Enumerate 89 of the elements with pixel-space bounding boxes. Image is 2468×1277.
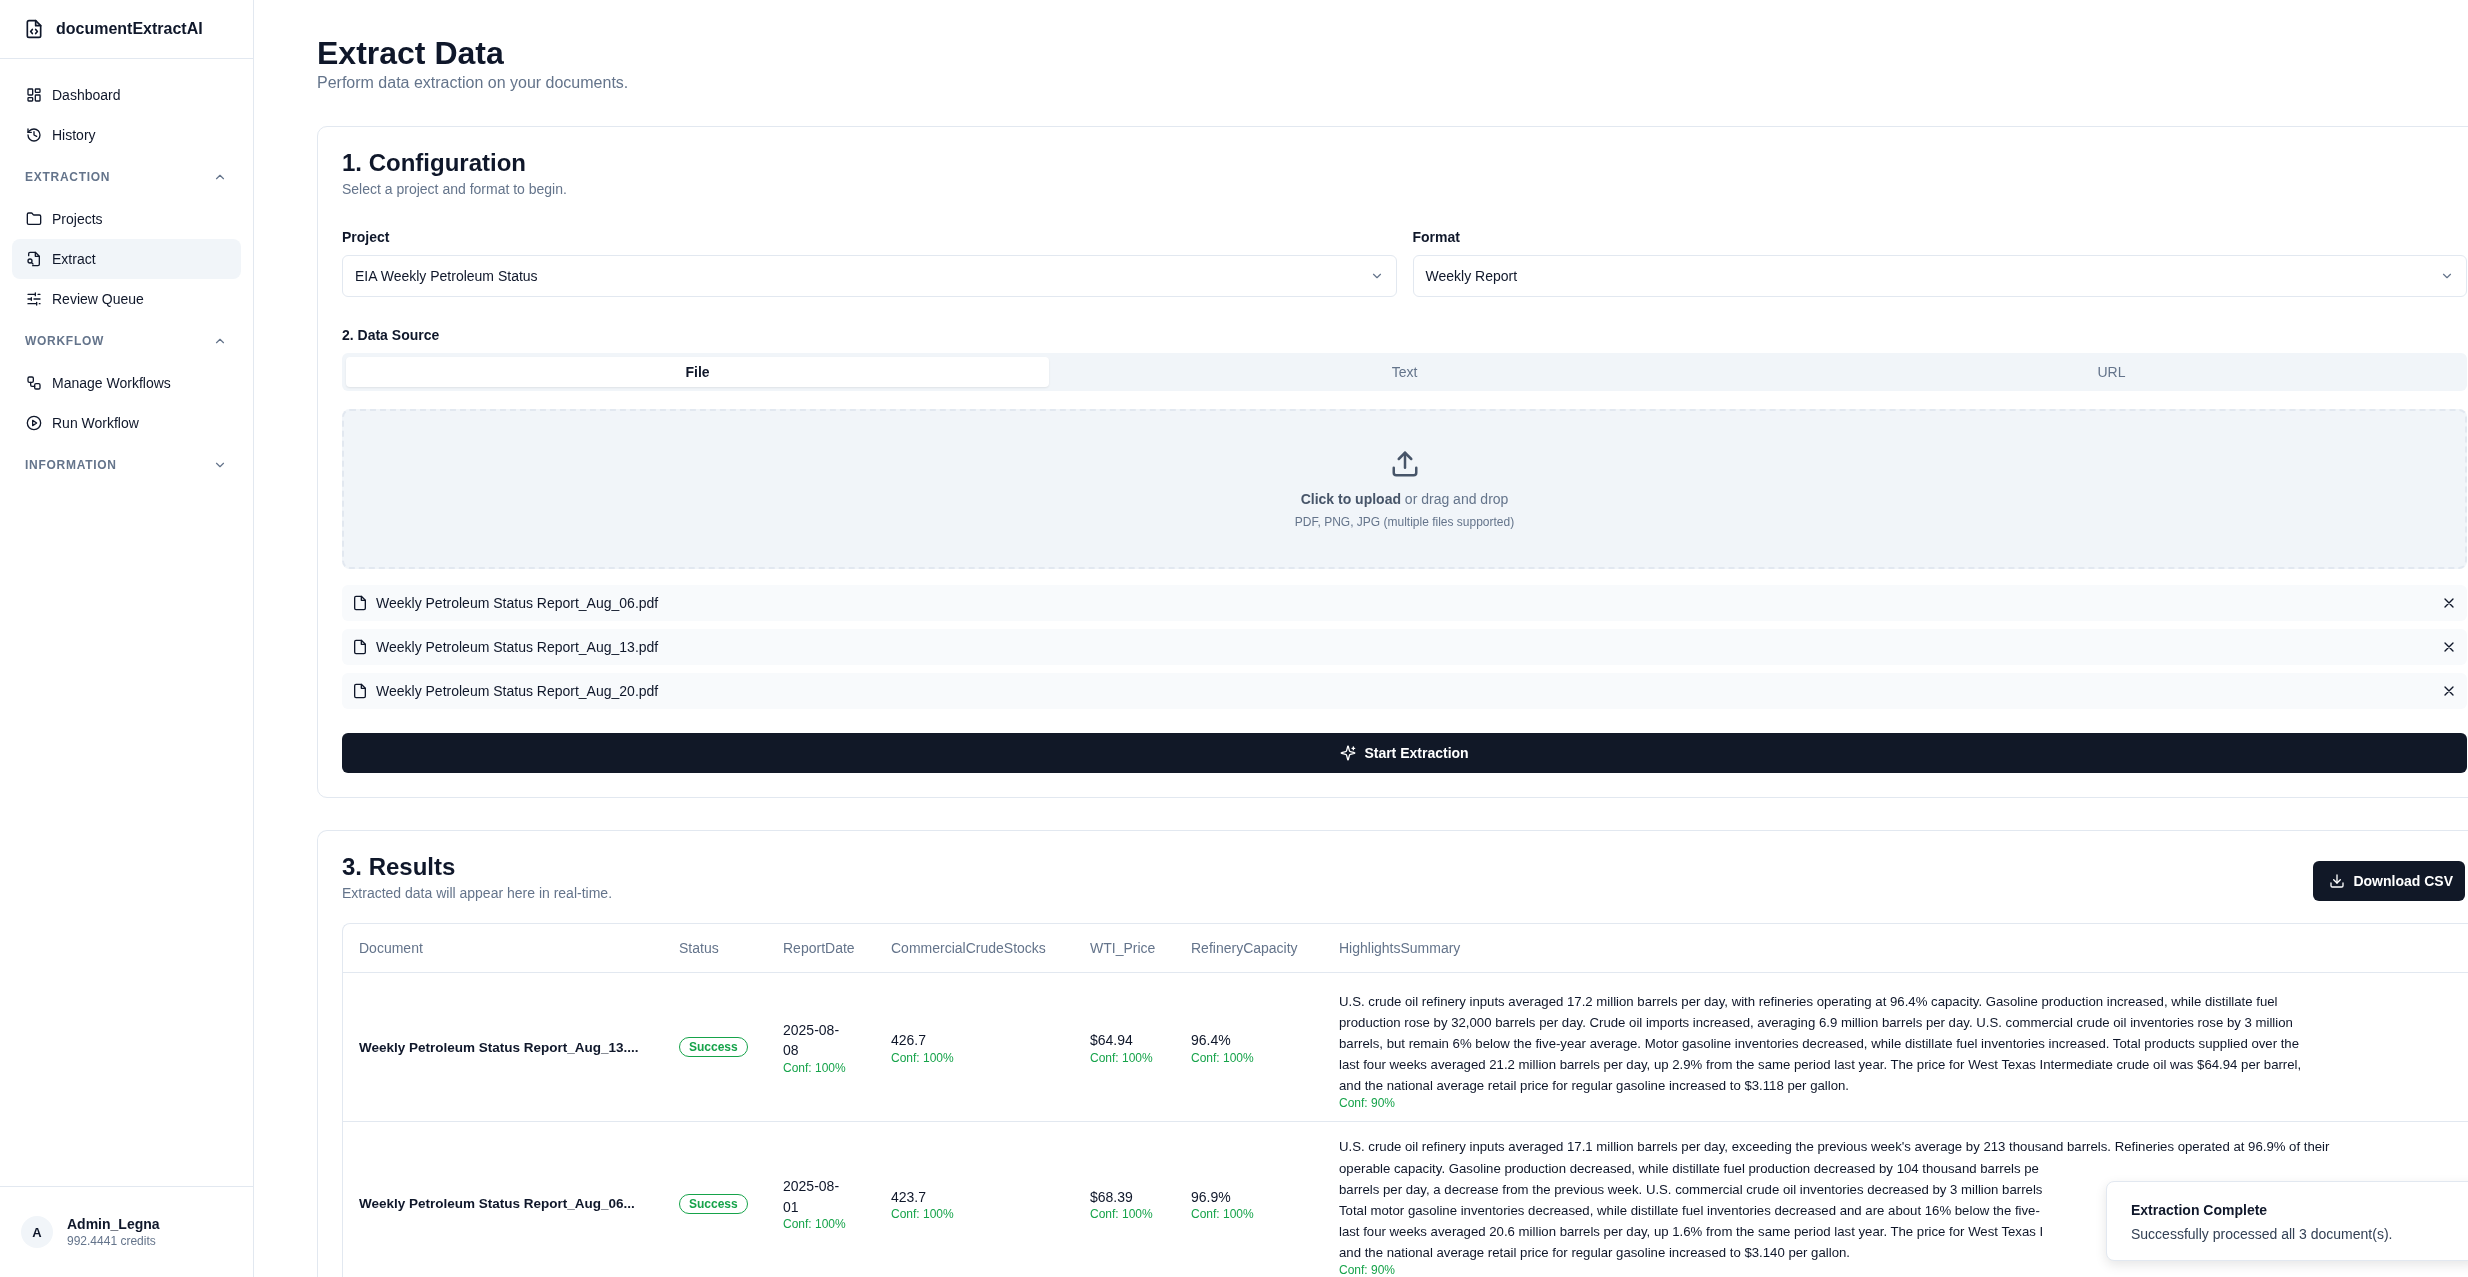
summary-line: production rose by 32,000 barrels per day. Crude oil imports increased, averaging 6.9 million barrels per day. U.S. commercial crude oil inventories rose by 3 million: [1339, 1013, 2293, 1032]
confidence-label: Conf: 100%: [783, 1060, 846, 1075]
sidebar-item[interactable]: Projects: [12, 199, 241, 239]
code-file-icon: [24, 18, 44, 40]
sidebar-item[interactable]: Review Queue: [12, 279, 241, 319]
confidence-label: Conf: 90%: [1339, 1096, 1396, 1111]
document-name: Weekly Petroleum Status Report_Aug_13....: [358, 1039, 640, 1055]
avatar: A: [21, 1216, 53, 1248]
file-name: Weekly Petroleum Status Report_Aug_06.pdf: [376, 595, 660, 612]
sidebar-item[interactable]: Manage Workflows: [12, 363, 241, 403]
source-tab[interactable]: URL: [1760, 357, 2463, 388]
section-heading: 3. Results: [342, 853, 457, 882]
file-icon: [352, 639, 368, 656]
section-toggle[interactable]: EXTRACTION: [12, 155, 241, 199]
section-heading: 1. Configuration: [342, 149, 527, 178]
summary-line: and the national average retail price for regular gasoline increased to $3.118 per gallon.: [1339, 1077, 1849, 1096]
toast-title: Extraction Complete: [2131, 1202, 2269, 1218]
summary-line: operable capacity. Gasoline production decreased, while distillate fuel production decreased by 104 thousand barrels pe: [1339, 1159, 2039, 1178]
confidence-label: Conf: 100%: [1090, 1206, 1153, 1221]
column-header: Document: [358, 940, 424, 957]
summary-line: last four weeks averaged 21.2 million barrels per day, up 2.9% from the same period last year. The price for West Texas Intermediate crude oil was $64.94 per barrel,: [1339, 1055, 2302, 1074]
summary-line: barrels, but remain 6% below the five-year average. Motor gasoline inventories decreased, while distillate fuel inventories increased. Total products supplied over the: [1339, 1034, 2300, 1053]
confidence-label: Conf: 100%: [1090, 1050, 1153, 1065]
user-name: Admin_Legna: [67, 1216, 160, 1232]
field-label: Project: [342, 229, 391, 246]
cell-value: 426.7: [891, 1031, 927, 1051]
cell-value: $64.94: [1090, 1031, 1133, 1051]
sparkle-icon: [1340, 745, 1357, 762]
folder-icon: [26, 211, 42, 227]
download-csv-button[interactable]: Download CSV: [2313, 861, 2465, 902]
sliders-icon: [26, 291, 42, 307]
column-header: ReportDate: [782, 940, 856, 957]
summary-line: U.S. crude oil refinery inputs averaged 17.1 million barrels per day, exceeding the previous week's average by 213 thousand barrels. Refineries operated at 96.9% of their: [1339, 1138, 2330, 1157]
cell-value: 96.4%: [1191, 1031, 1231, 1051]
column-header: HighlightsSummary: [1338, 940, 1462, 957]
grid-icon: [26, 87, 42, 103]
column-header: WTI_Price: [1089, 940, 1157, 957]
source-tab[interactable]: File: [346, 357, 1049, 388]
toast-message: Successfully processed all 3 document(s).: [2131, 1226, 2394, 1242]
summary-line: U.S. crude oil refinery inputs averaged 17.2 million barrels per day, with refineries operating at 96.4% capacity. Gasoline production increased, while distillate fuel: [1339, 992, 2278, 1011]
page-title: Extract Data: [317, 34, 505, 73]
file-icon: [352, 595, 368, 612]
history-icon: [26, 127, 42, 143]
summary-line: last four weeks averaged 20.6 million barrels per day, up 1.6% from the same period last year. The price for West Texas I: [1339, 1222, 2044, 1241]
file-name: Weekly Petroleum Status Report_Aug_13.pdf: [376, 639, 660, 656]
section-subheading: Extracted data will appear here in real-time.: [342, 885, 613, 902]
sidebar-item[interactable]: History: [12, 115, 241, 155]
column-header: RefineryCapacity: [1190, 940, 1299, 957]
summary-line: Total motor gasoline inventories decreased, while distillate fuel inventories decreased and are about 16% below the five-: [1339, 1201, 2040, 1220]
file-name: Weekly Petroleum Status Report_Aug_20.pdf: [376, 683, 660, 700]
cell-value: $68.39: [1090, 1187, 1133, 1207]
section-toggle[interactable]: WORKFLOW: [12, 319, 241, 363]
file-search-icon: [26, 251, 42, 267]
cell-value: 423.7: [891, 1187, 927, 1207]
file-icon: [352, 683, 368, 700]
cell-value: 96.9%: [1191, 1187, 1231, 1207]
confidence-label: Conf: 90%: [1339, 1263, 1396, 1277]
project-select[interactable]: EIA Weekly Petroleum Status: [342, 255, 1397, 298]
upload-hint: PDF, PNG, JPG (multiple files supported): [1294, 515, 1515, 530]
upload-instructions: Click to upload or drag and drop: [1300, 491, 1509, 508]
confidence-label: Conf: 100%: [891, 1206, 954, 1221]
source-tab[interactable]: Text: [1053, 357, 1756, 388]
column-header: CommercialCrudeStocks: [890, 940, 1047, 957]
cell-value: 2025-08-08: [783, 1021, 841, 1061]
page-subtitle: Perform data extraction on your documents.: [317, 74, 630, 93]
column-header: Status: [678, 940, 720, 957]
section-subheading: Select a project and format to begin.: [342, 181, 568, 198]
sidebar-item[interactable]: Extract: [12, 239, 241, 279]
document-name: Weekly Petroleum Status Report_Aug_06...: [358, 1196, 636, 1212]
field-label: Format: [1412, 229, 1461, 246]
confidence-label: Conf: 100%: [783, 1217, 846, 1232]
summary-line: barrels per day, a decrease from the previous week. U.S. commercial crude oil inventories decreased by 3 million barrels: [1339, 1180, 2043, 1199]
section-toggle[interactable]: INFORMATION: [12, 443, 241, 487]
summary-line: and the national average retail price for regular gasoline increased to $3.140 per gallon.: [1339, 1244, 1850, 1262]
credits-balance: 992.4441 credits: [67, 1234, 157, 1248]
field-label: 2. Data Source: [342, 327, 441, 344]
sidebar-item[interactable]: Run Workflow: [12, 403, 241, 443]
start-extraction-button[interactable]: Start Extraction: [342, 733, 2467, 774]
confidence-label: Conf: 100%: [1191, 1050, 1254, 1065]
confidence-label: Conf: 100%: [1191, 1206, 1254, 1221]
play-icon: [26, 415, 42, 431]
download-icon: [2329, 873, 2346, 890]
cell-value: 2025-08-01: [783, 1177, 841, 1217]
confidence-label: Conf: 100%: [891, 1050, 954, 1065]
format-select[interactable]: Weekly Report: [1412, 255, 2467, 298]
app-name: documentExtractAI: [56, 20, 203, 38]
workflow-icon: [26, 375, 42, 391]
sidebar-item[interactable]: Dashboard: [12, 75, 241, 115]
upload-dropzone[interactable]: Click to upload or drag and drop PDF, PNG, JPG (multiple files supported): [342, 409, 2467, 570]
